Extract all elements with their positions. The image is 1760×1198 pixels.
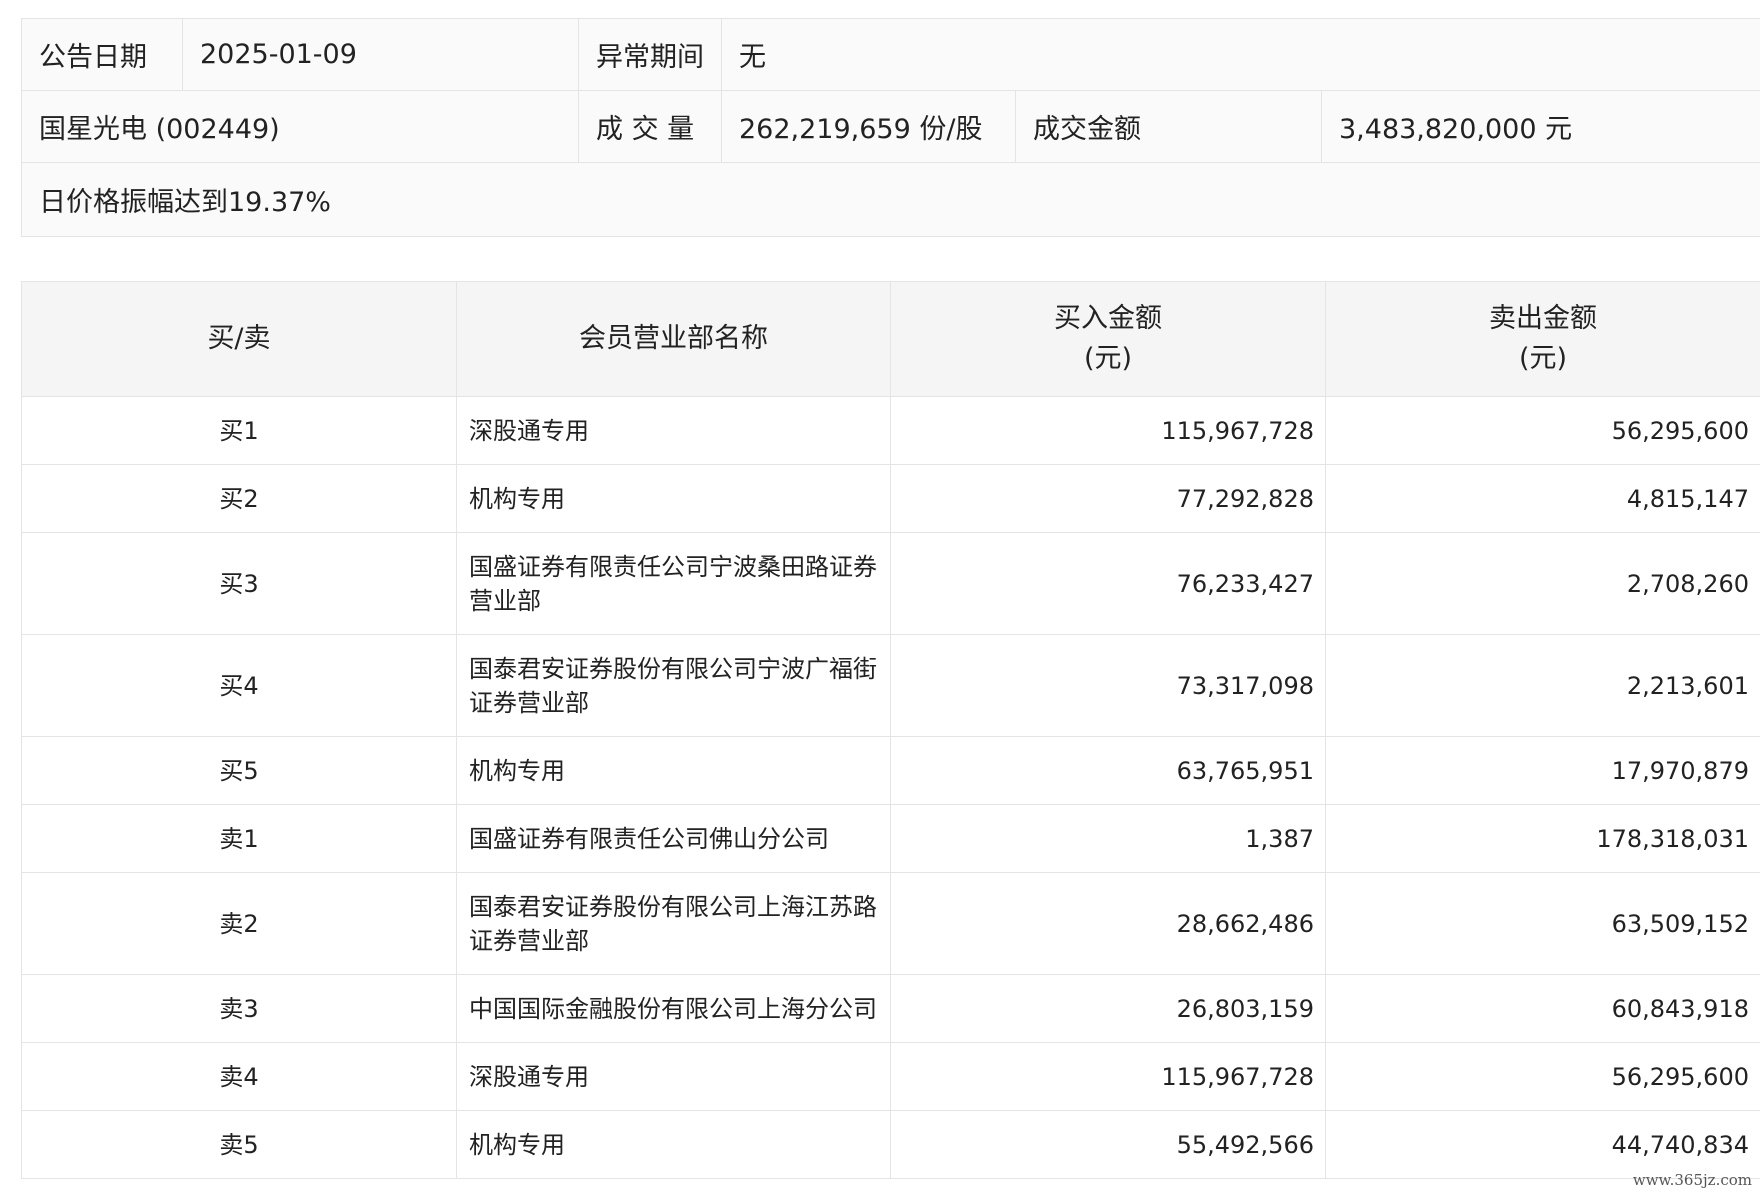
table-row: 买4 国泰君安证券股份有限公司宁波广福街证券营业部 73,317,098 2,2… — [21, 634, 1760, 737]
row-buy-amount: 73,317,098 — [890, 634, 1326, 737]
table-row: 买2 机构专用 77,292,828 4,815,147 — [21, 464, 1760, 533]
row-buy-amount: 26,803,159 — [890, 974, 1326, 1043]
row-buy-amount: 115,967,728 — [890, 1042, 1326, 1111]
header-side: 买/卖 — [21, 281, 457, 397]
announcement-info-table: 公告日期 2025-01-09 异常期间 无 国星光电 (002449) 成 交… — [20, 18, 1760, 237]
row-side: 卖3 — [21, 974, 457, 1043]
row-buy-amount: 63,765,951 — [890, 736, 1326, 805]
table-row: 卖4 深股通专用 115,967,728 56,295,600 — [21, 1042, 1760, 1111]
row-buy-amount: 77,292,828 — [890, 464, 1326, 533]
row-sell-amount: 56,295,600 — [1325, 396, 1760, 465]
row-member-name: 机构专用 — [456, 736, 891, 805]
row-member-name: 国盛证券有限责任公司宁波桑田路证券营业部 — [456, 532, 891, 635]
site-watermark: www.365jz.com — [1632, 1171, 1752, 1189]
table-row: 买1 深股通专用 115,967,728 56,295,600 — [21, 396, 1760, 465]
row-sell-amount: 17,970,879 — [1325, 736, 1760, 805]
table-header-row: 买/卖 会员营业部名称 买入金额 (元) 卖出金额 (元) — [21, 281, 1760, 397]
header-sell-amount-label: 卖出金额 — [1489, 303, 1597, 334]
stock-name: 国星光电 (002449) — [21, 90, 579, 163]
table-row: 买5 机构专用 63,765,951 17,970,879 — [21, 736, 1760, 805]
table-row: 买3 国盛证券有限责任公司宁波桑田路证券营业部 76,233,427 2,708… — [21, 532, 1760, 635]
row-sell-amount: 4,815,147 — [1325, 464, 1760, 533]
row-side: 卖1 — [21, 804, 457, 873]
trading-seats-table: 买/卖 会员营业部名称 买入金额 (元) 卖出金额 (元) 买1 深股通专用 1… — [21, 281, 1760, 1179]
table-row: 卖3 中国国际金融股份有限公司上海分公司 26,803,159 60,843,9… — [21, 974, 1760, 1043]
volume-value: 262,219,659 份/股 — [721, 90, 1016, 163]
header-buy-amount-label: 买入金额 — [1054, 303, 1162, 334]
row-side: 买5 — [21, 736, 457, 805]
table-row: 卖1 国盛证券有限责任公司佛山分公司 1,387 178,318,031 — [21, 804, 1760, 873]
amount-value: 3,483,820,000 元 — [1320, 90, 1760, 163]
row-buy-amount: 76,233,427 — [890, 532, 1326, 635]
row-sell-amount: 56,295,600 — [1325, 1042, 1760, 1111]
row-sell-amount: 2,213,601 — [1325, 634, 1760, 737]
table-row: 卖5 机构专用 55,492,566 44,740,834 — [21, 1110, 1760, 1179]
abnormal-period-value: 无 — [720, 18, 1760, 91]
header-sell-amount: 卖出金额 (元) — [1325, 281, 1760, 397]
row-sell-amount: 60,843,918 — [1325, 974, 1760, 1043]
row-buy-amount: 55,492,566 — [890, 1110, 1326, 1179]
info-row-reason: 日价格振幅达到19.37% — [20, 162, 1760, 237]
row-buy-amount: 28,662,486 — [890, 872, 1326, 975]
listing-reason: 日价格振幅达到19.37% — [20, 162, 1760, 237]
row-sell-amount: 2,708,260 — [1325, 532, 1760, 635]
header-member-name: 会员营业部名称 — [456, 281, 891, 397]
table-row: 卖2 国泰君安证券股份有限公司上海江苏路证券营业部 28,662,486 63,… — [21, 872, 1760, 975]
row-member-name: 中国国际金融股份有限公司上海分公司 — [456, 974, 891, 1043]
row-member-name: 深股通专用 — [456, 396, 891, 465]
row-sell-amount: 44,740,834 — [1325, 1110, 1760, 1179]
announcement-date-label: 公告日期 — [21, 18, 183, 91]
info-row-date: 公告日期 2025-01-09 异常期间 无 — [21, 18, 1760, 91]
abnormal-period-label: 异常期间 — [578, 18, 722, 91]
row-side: 卖4 — [21, 1042, 457, 1111]
row-member-name: 深股通专用 — [456, 1042, 891, 1111]
row-member-name: 国泰君安证券股份有限公司上海江苏路证券营业部 — [456, 872, 891, 975]
row-side: 卖5 — [21, 1110, 457, 1179]
row-sell-amount: 63,509,152 — [1325, 872, 1760, 975]
row-side: 买1 — [21, 396, 457, 465]
row-member-name: 国泰君安证券股份有限公司宁波广福街证券营业部 — [456, 634, 891, 737]
amount-label: 成交金额 — [1015, 90, 1322, 163]
announcement-date-value: 2025-01-09 — [182, 18, 579, 91]
row-member-name: 机构专用 — [456, 464, 891, 533]
row-member-name: 国盛证券有限责任公司佛山分公司 — [456, 804, 891, 873]
header-buy-amount: 买入金额 (元) — [890, 281, 1326, 397]
row-member-name: 机构专用 — [456, 1110, 891, 1179]
header-buy-amount-unit: (元) — [1083, 343, 1133, 374]
row-buy-amount: 115,967,728 — [890, 396, 1326, 465]
header-sell-amount-unit: (元) — [1518, 343, 1568, 374]
info-row-volume: 国星光电 (002449) 成 交 量 262,219,659 份/股 成交金额… — [21, 90, 1760, 163]
row-buy-amount: 1,387 — [890, 804, 1326, 873]
row-side: 卖2 — [21, 872, 457, 975]
row-sell-amount: 178,318,031 — [1325, 804, 1760, 873]
row-side: 买4 — [21, 634, 457, 737]
row-side: 买3 — [21, 532, 457, 635]
volume-label: 成 交 量 — [578, 90, 722, 163]
row-side: 买2 — [21, 464, 457, 533]
